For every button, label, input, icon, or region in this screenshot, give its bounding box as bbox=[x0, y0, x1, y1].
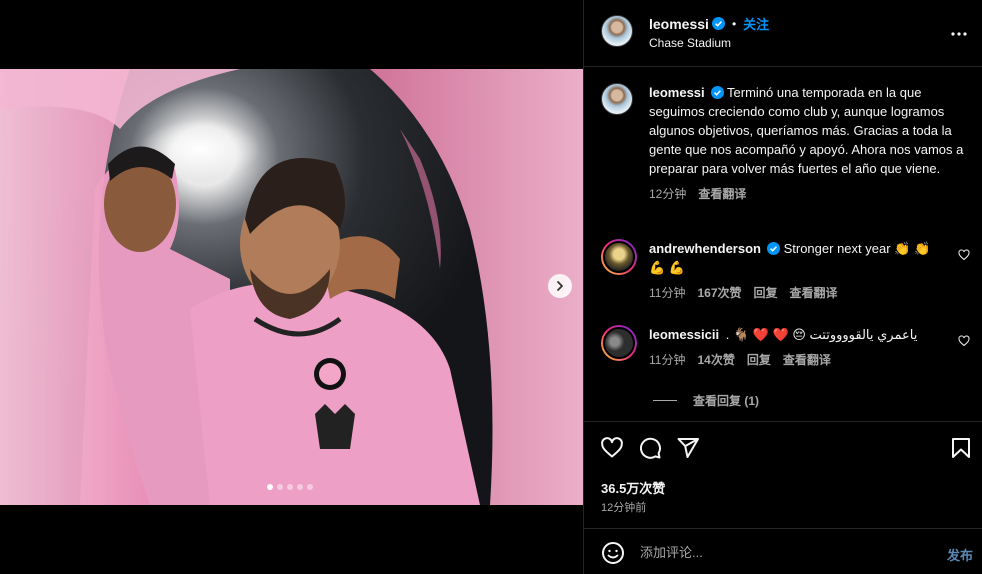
more-icon bbox=[951, 32, 967, 36]
carousel-dot bbox=[287, 484, 293, 490]
add-comment-bar: 发布 bbox=[584, 528, 982, 574]
next-slide-button[interactable] bbox=[548, 274, 572, 298]
heart-icon bbox=[958, 249, 970, 261]
post-photo[interactable] bbox=[0, 69, 583, 505]
more-options-button[interactable] bbox=[950, 25, 968, 40]
post-media bbox=[0, 0, 583, 574]
caption-meta: 12分钟 查看翻译 bbox=[649, 185, 971, 202]
replies-divider bbox=[653, 400, 677, 401]
heart-icon[interactable] bbox=[600, 436, 624, 460]
carousel-dot bbox=[297, 484, 303, 490]
comment-translate-link[interactable]: 查看翻译 bbox=[790, 284, 838, 301]
photo-illustration bbox=[0, 69, 583, 505]
carousel-dot bbox=[267, 484, 273, 490]
heart-icon bbox=[958, 335, 970, 347]
save-button[interactable] bbox=[949, 436, 973, 460]
post-details-panel: leomessi • 关注 Chase Stadium leomessi Ter… bbox=[583, 0, 982, 574]
comment-username[interactable]: leomessicii bbox=[649, 327, 719, 342]
comment-body: andrewhenderson Stronger next year 👏 👏 💪… bbox=[649, 239, 943, 277]
comment-time[interactable]: 11分钟 bbox=[649, 284, 685, 301]
emoji-button[interactable] bbox=[601, 541, 625, 568]
caption-avatar[interactable] bbox=[601, 83, 633, 115]
verified-icon bbox=[766, 242, 780, 255]
comment-meta: 11分钟 14次赞 回复 查看翻译 bbox=[649, 351, 971, 368]
comment-username[interactable]: andrewhenderson bbox=[649, 241, 761, 256]
follow-button[interactable]: 关注 bbox=[743, 14, 769, 33]
comment-avatar[interactable] bbox=[601, 239, 637, 275]
comment-body: leomessicii . 🐐 ❤️ ❤️ 😔 ياعمري يالقووووت… bbox=[649, 325, 943, 344]
author-line: leomessi • 关注 bbox=[649, 14, 769, 33]
comment-reply-button[interactable]: 回复 bbox=[747, 351, 771, 368]
comment-likes[interactable]: 14次赞 bbox=[697, 351, 734, 368]
comment-likes[interactable]: 167次赞 bbox=[697, 284, 741, 301]
view-replies-button[interactable]: 查看回复 (1) bbox=[653, 392, 759, 409]
likes-count[interactable]: 36.5万次赞 bbox=[601, 478, 665, 497]
action-buttons bbox=[600, 436, 700, 460]
caption-text-block: leomessi Terminó una temporada en la que… bbox=[649, 83, 971, 178]
carousel-dot bbox=[307, 484, 313, 490]
post-time[interactable]: 12分钟前 bbox=[601, 499, 646, 515]
share-icon[interactable] bbox=[676, 436, 700, 460]
comment-icon[interactable] bbox=[638, 436, 662, 460]
comment: leomessicii . 🐐 ❤️ ❤️ 😔 ياعمري يالقووووت… bbox=[601, 325, 971, 368]
caption-translate-link[interactable]: 查看翻译 bbox=[698, 185, 746, 202]
comment-meta: 11分钟 167次赞 回复 查看翻译 bbox=[649, 284, 971, 301]
separator-dot: • bbox=[731, 16, 737, 31]
carousel-dot bbox=[277, 484, 283, 490]
comment-like-button[interactable] bbox=[958, 335, 970, 350]
chevron-right-icon bbox=[557, 281, 563, 291]
verified-icon bbox=[711, 17, 725, 30]
post-actions: 36.5万次赞 12分钟前 bbox=[584, 421, 982, 517]
post-comment-button[interactable]: 发布 bbox=[947, 545, 973, 564]
verified-icon bbox=[710, 86, 724, 99]
comment-input[interactable] bbox=[640, 538, 920, 566]
carousel-dots bbox=[267, 484, 313, 490]
comment-translate-link[interactable]: 查看翻译 bbox=[783, 351, 831, 368]
comment-reply-button[interactable]: 回复 bbox=[754, 284, 778, 301]
comment-avatar[interactable] bbox=[601, 325, 637, 361]
emoji-icon bbox=[602, 542, 624, 564]
post-caption: leomessi Terminó una temporada en la que… bbox=[601, 83, 971, 202]
author-avatar[interactable] bbox=[601, 15, 633, 47]
post-header: leomessi • 关注 Chase Stadium bbox=[584, 0, 982, 67]
comment-time[interactable]: 11分钟 bbox=[649, 351, 685, 368]
view-replies-label: 查看回复 (1) bbox=[693, 394, 760, 408]
comment-like-button[interactable] bbox=[958, 249, 970, 264]
comment: andrewhenderson Stronger next year 👏 👏 💪… bbox=[601, 239, 971, 301]
author-username[interactable]: leomessi bbox=[649, 16, 709, 32]
caption-time[interactable]: 12分钟 bbox=[649, 185, 686, 202]
bookmark-icon bbox=[952, 438, 970, 458]
comment-text: . 🐐 ❤️ ❤️ 😔 ياعمري يالقووووتتت bbox=[725, 327, 918, 342]
caption-username[interactable]: leomessi bbox=[649, 85, 705, 100]
location-link[interactable]: Chase Stadium bbox=[649, 36, 731, 50]
